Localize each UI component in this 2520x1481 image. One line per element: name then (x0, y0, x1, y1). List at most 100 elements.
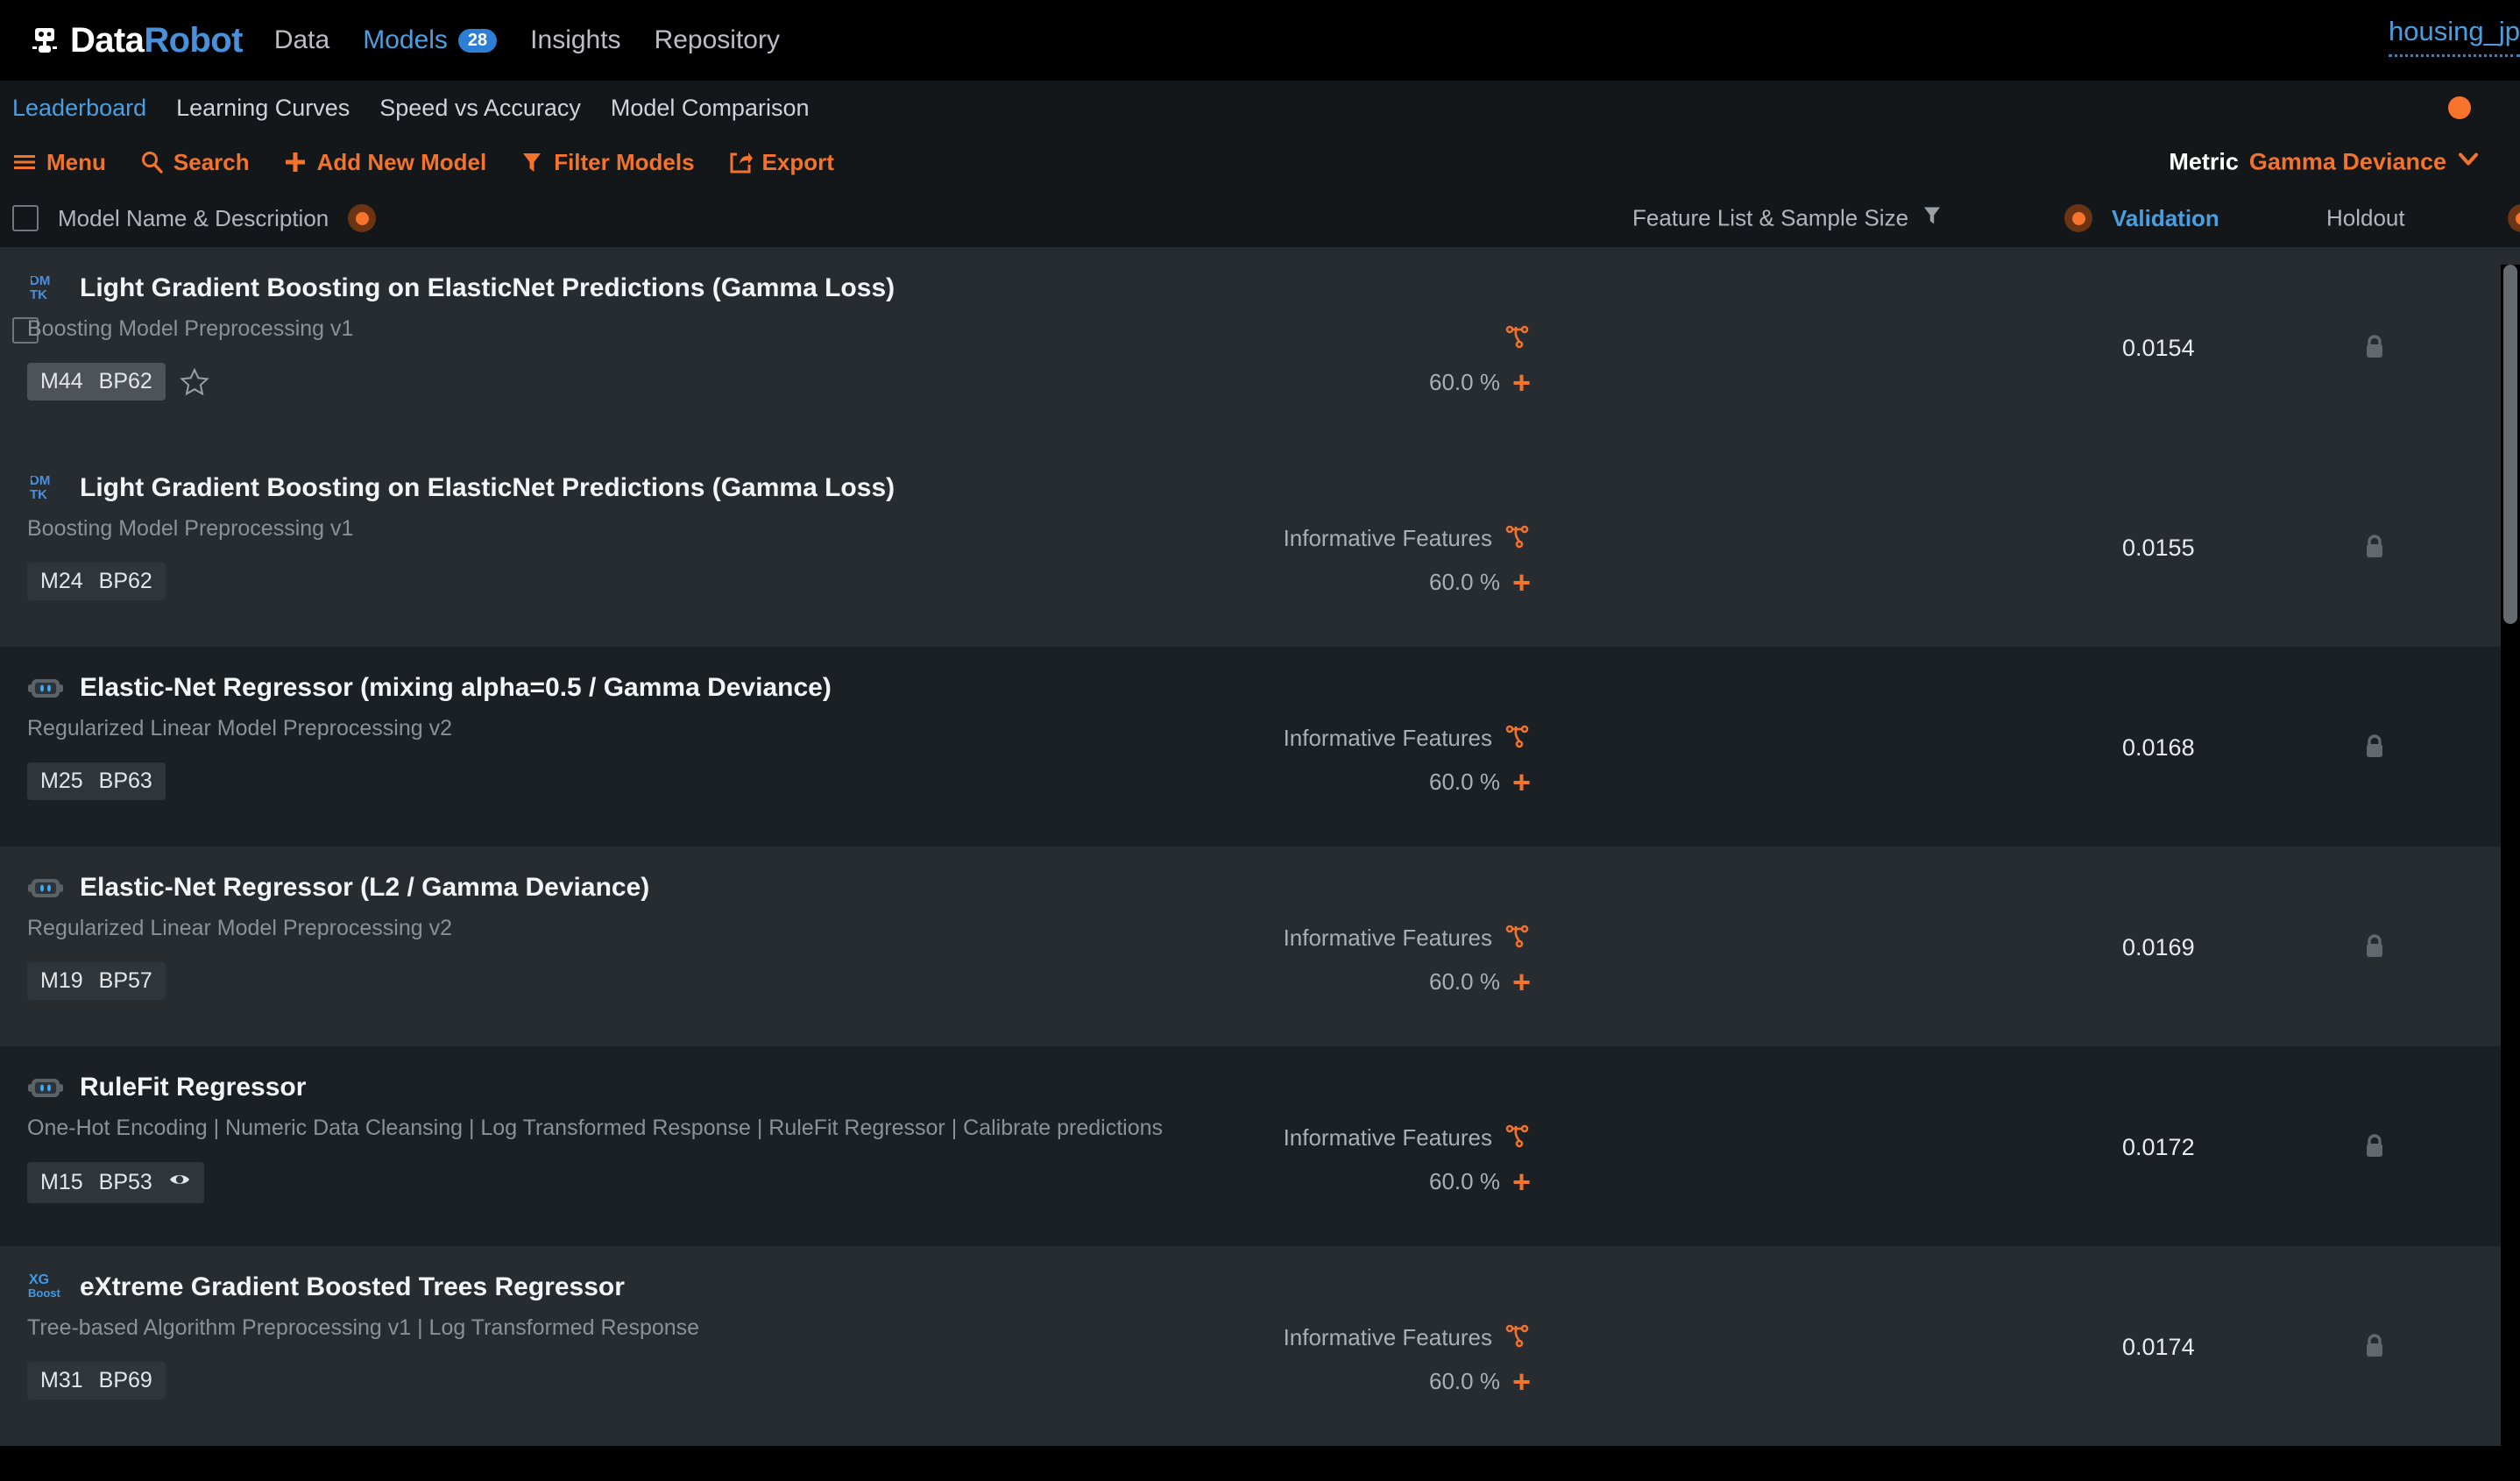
lightgbm-dmtk-icon: DM TK (27, 270, 64, 307)
model-id-badge[interactable]: M15 BP53 (27, 1162, 204, 1203)
tab-model-comparison[interactable]: Model Comparison (611, 95, 810, 122)
blueprint-icon[interactable] (1504, 322, 1531, 355)
nav-item-repository[interactable]: Repository (655, 25, 780, 55)
model-info: Elastic-Net Regressor (mixing alpha=0.5 … (27, 670, 832, 800)
column-header-model-name[interactable]: Model Name & Description (58, 205, 329, 232)
feature-list-name[interactable]: Informative Features (1284, 925, 1492, 952)
holdout-lock-icon[interactable] (2361, 533, 2388, 567)
svg-text:TK: TK (30, 287, 47, 302)
blueprint-icon[interactable] (1504, 1122, 1531, 1154)
svg-text:XG: XG (29, 1272, 49, 1287)
blueprint-number-label: BP53 (98, 1170, 152, 1194)
model-id-badge[interactable]: M31 BP69 (27, 1362, 166, 1400)
feature-list-and-sample-size: 60.0 % + (1429, 322, 1531, 399)
holdout-lock-icon[interactable] (2361, 1132, 2388, 1166)
blueprint-icon[interactable] (1504, 722, 1531, 755)
metric-selector[interactable]: Metric Gamma Deviance (2169, 148, 2480, 177)
column-header-holdout[interactable]: Holdout (2326, 205, 2405, 232)
star-icon[interactable] (179, 367, 209, 397)
nav-item-data[interactable]: Data (274, 25, 329, 55)
export-button-label: Export (761, 148, 834, 175)
model-title[interactable]: Light Gradient Boosting on ElasticNet Pr… (80, 473, 895, 503)
plus-icon[interactable]: + (1512, 1166, 1531, 1197)
xgboost-icon: XG Boost (27, 1269, 64, 1306)
brand-logo[interactable]: DataRobot (30, 23, 243, 58)
add-new-model-button[interactable]: Add New Model (283, 148, 487, 176)
model-badges: M25 BP63 (27, 762, 832, 800)
nav-item-insights[interactable]: Insights (530, 25, 620, 55)
model-title[interactable]: eXtreme Gradient Boosted Trees Regressor (80, 1272, 625, 1302)
top-navigation-bar: DataRobot Data Models 28 Insights Reposi… (0, 0, 2520, 81)
model-title[interactable]: Light Gradient Boosting on ElasticNet Pr… (80, 273, 895, 303)
validation-score: 0.0172 (2122, 1134, 2195, 1160)
blueprint-icon[interactable] (1504, 1322, 1531, 1354)
tab-speed-vs-accuracy[interactable]: Speed vs Accuracy (379, 95, 581, 122)
vertical-scrollbar-track[interactable] (2501, 265, 2520, 1481)
holdout-lock-icon[interactable] (2361, 1332, 2388, 1366)
model-title[interactable]: Elastic-Net Regressor (mixing alpha=0.5 … (80, 673, 832, 703)
tab-leaderboard[interactable]: Leaderboard (12, 95, 146, 122)
plus-icon[interactable]: + (1512, 766, 1531, 797)
worker-status-indicator[interactable] (2448, 96, 2471, 119)
column-header-validation-label: Validation (2112, 204, 2219, 231)
blueprint-icon[interactable] (1504, 522, 1531, 555)
table-row[interactable]: DM TK Light Gradient Boosting on ElasticNe… (0, 247, 2520, 447)
holdout-lock-icon[interactable] (2361, 932, 2388, 967)
datarobot-model-icon (27, 670, 64, 706)
holdout-lock-icon[interactable] (2361, 333, 2388, 367)
plus-icon[interactable]: + (1512, 366, 1531, 398)
sample-size-label: 60.0 % (1429, 369, 1500, 395)
nav-item-models[interactable]: Models 28 (363, 25, 498, 55)
model-description: Regularized Linear Model Preprocessing v… (27, 916, 452, 940)
column-header-validation[interactable]: Validation (2064, 204, 2219, 232)
metric-selector-value: Gamma Deviance (2248, 148, 2446, 175)
blueprint-icon[interactable] (1504, 922, 1531, 954)
model-badges: M31 BP69 (27, 1362, 699, 1400)
eye-icon[interactable] (168, 1168, 191, 1197)
menu-button[interactable]: Menu (12, 149, 106, 176)
table-row[interactable]: DM TK Light Gradient Boosting on ElasticNe… (0, 447, 2520, 647)
model-id-badge[interactable]: M25 BP63 (27, 762, 166, 800)
model-description: Boosting Model Preprocessing v1 (27, 516, 354, 541)
plus-icon[interactable]: + (1512, 1365, 1531, 1397)
menu-button-label: Menu (46, 148, 106, 175)
validation-info-indicator[interactable] (2064, 204, 2092, 232)
filter-models-button[interactable]: Filter Models (520, 149, 695, 176)
feature-list-and-sample-size: Informative Features 60.0 % + (1284, 522, 1531, 599)
holdout-info-indicator[interactable] (2508, 204, 2520, 232)
select-all-checkbox[interactable] (12, 205, 39, 231)
model-info: RuleFit Regressor One-Hot Encoding | Nume… (27, 1069, 1163, 1203)
leaderboard-rows: DM TK Light Gradient Boosting on ElasticNe… (0, 247, 2520, 1446)
export-icon (728, 150, 753, 174)
search-button[interactable]: Search (139, 149, 250, 176)
model-id-badge[interactable]: M19 BP57 (27, 962, 166, 1000)
feature-list-name[interactable]: Informative Features (1284, 1124, 1492, 1151)
model-name-info-indicator[interactable] (348, 204, 377, 232)
model-badges: M24 BP62 (27, 563, 895, 600)
table-row[interactable]: RuleFit Regressor One-Hot Encoding | Nume… (0, 1046, 2520, 1246)
model-id-badge[interactable]: M24 BP62 (27, 563, 166, 600)
model-title[interactable]: RuleFit Regressor (80, 1073, 306, 1102)
blueprint-number-label: BP69 (98, 1368, 152, 1392)
holdout-lock-icon[interactable] (2361, 733, 2388, 767)
add-new-model-label: Add New Model (316, 148, 487, 175)
vertical-scrollbar-thumb[interactable] (2503, 265, 2517, 624)
table-row[interactable]: XG Boost eXtreme Gradient Boosted Trees Re… (0, 1246, 2520, 1446)
feature-list-name[interactable]: Informative Features (1284, 725, 1492, 752)
feature-list-name[interactable]: Informative Features (1284, 525, 1492, 552)
funnel-icon[interactable] (1921, 204, 1943, 233)
export-button[interactable]: Export (728, 149, 834, 176)
tab-learning-curves[interactable]: Learning Curves (176, 95, 350, 122)
leaderboard-column-header: Model Name & Description Feature List & … (0, 189, 2520, 247)
table-row[interactable]: Elastic-Net Regressor (mixing alpha=0.5 … (0, 647, 2520, 847)
column-header-feature-list[interactable]: Feature List & Sample Size (1632, 204, 1943, 233)
column-header-left: Model Name & Description (12, 204, 377, 232)
model-title[interactable]: Elastic-Net Regressor (L2 / Gamma Devian… (80, 873, 649, 903)
nav-item-models-label: Models (363, 25, 448, 54)
project-name-link[interactable]: housing_jp (2389, 16, 2520, 57)
feature-list-name[interactable]: Informative Features (1284, 1324, 1492, 1351)
model-id-badge[interactable]: M44 BP62 (27, 363, 166, 400)
table-row[interactable]: Elastic-Net Regressor (L2 / Gamma Devian… (0, 847, 2520, 1046)
plus-icon[interactable]: + (1512, 966, 1531, 997)
plus-icon[interactable]: + (1512, 566, 1531, 598)
